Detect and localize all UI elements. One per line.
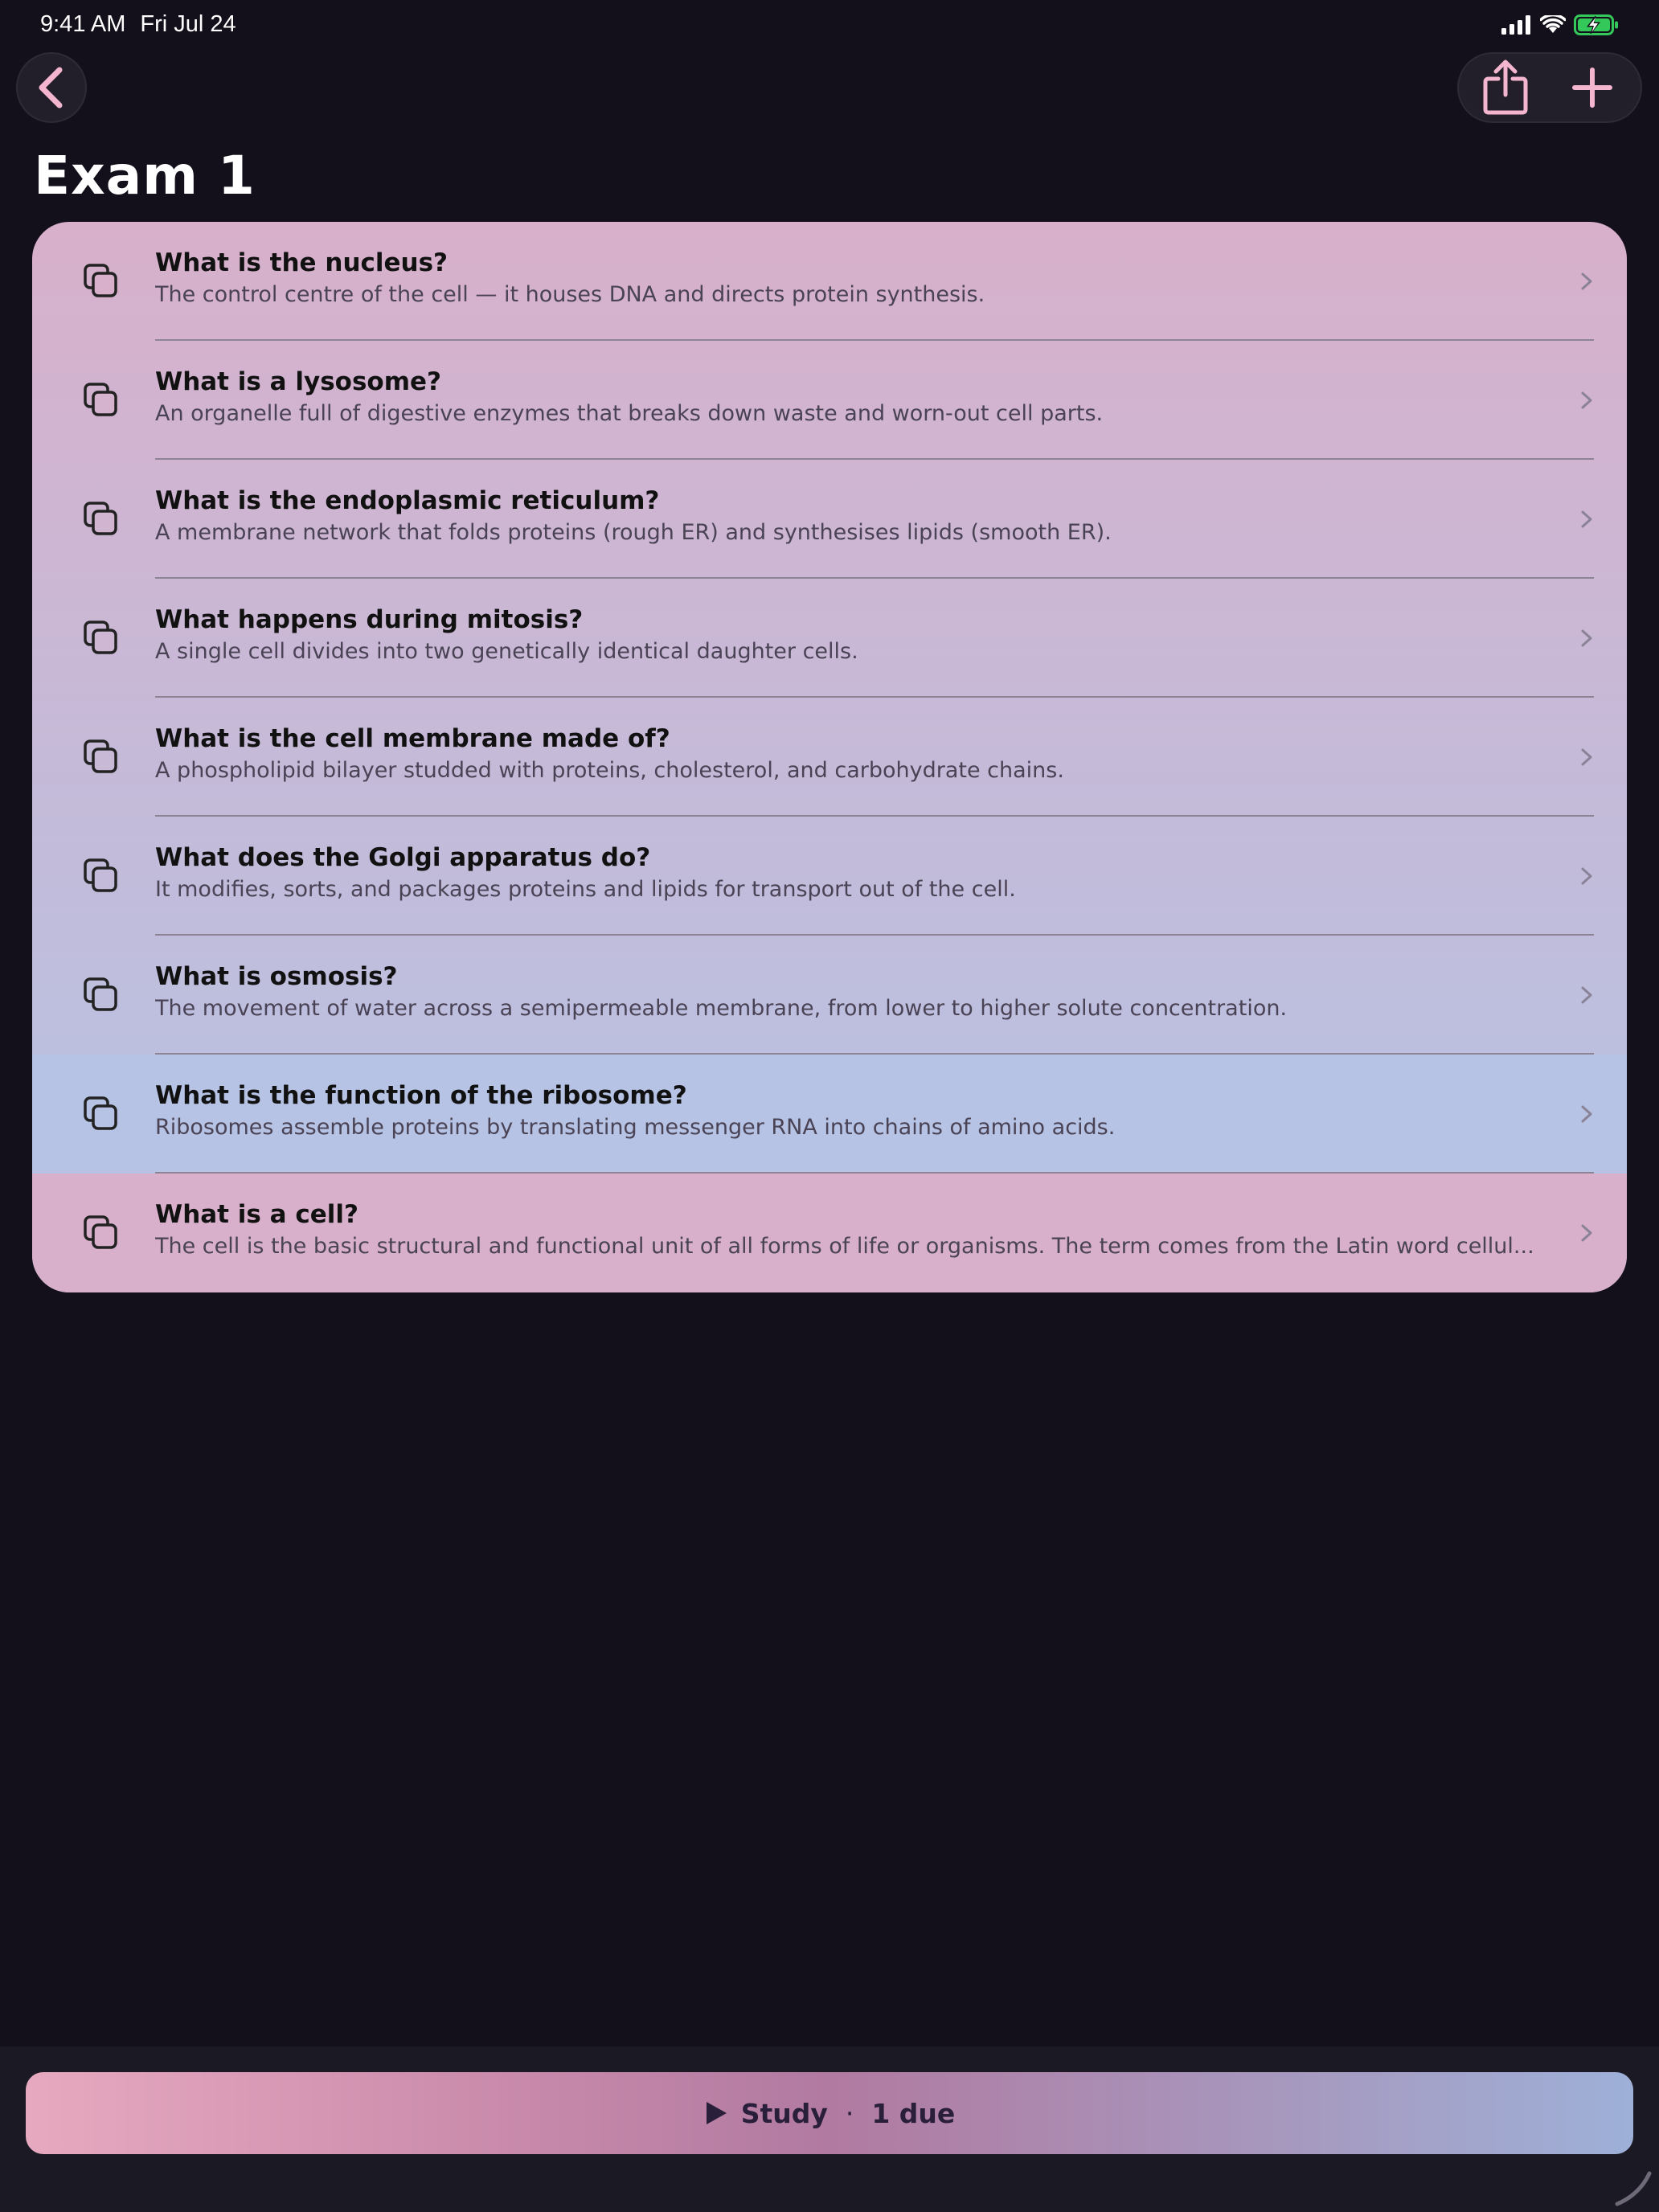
chevron-right-icon [1581, 1105, 1592, 1123]
cards-icon [84, 977, 117, 1011]
chevron-right-icon [1581, 867, 1592, 885]
chevron-left-icon [39, 67, 63, 109]
plus-icon [1572, 68, 1612, 108]
card-row[interactable]: What happens during mitosis? A single ce… [32, 579, 1627, 698]
play-icon [706, 2102, 727, 2124]
card-row[interactable]: What is the cell membrane made of? A pho… [32, 698, 1627, 817]
chevron-right-icon [1581, 986, 1592, 1004]
card-question: What does the Golgi apparatus do? [155, 843, 651, 872]
status-time: 9:41 AM [40, 11, 126, 37]
cards-icon [84, 502, 117, 535]
card-row[interactable]: What is the function of the ribosome? Ri… [32, 1055, 1627, 1174]
bottom-bar: Study · 1 due [0, 2046, 1659, 2212]
battery-charging-icon [1574, 14, 1618, 35]
card-question: What is the cell membrane made of? [155, 724, 670, 753]
card-row[interactable]: What is the endoplasmic reticulum? A mem… [32, 460, 1627, 579]
back-button[interactable] [16, 52, 87, 123]
card-answer: A phospholipid bilayer studded with prot… [155, 758, 1064, 783]
signal-icon [1501, 15, 1530, 35]
chevron-right-icon [1581, 510, 1592, 528]
resize-handle-icon [1615, 2171, 1652, 2206]
card-row[interactable]: What does the Golgi apparatus do? It mod… [32, 817, 1627, 936]
status-date: Fri Jul 24 [140, 11, 236, 37]
status-icons [1501, 14, 1619, 35]
study-label: Study [740, 2097, 828, 2129]
cards-icon [84, 1096, 117, 1130]
card-row[interactable]: What is the nucleus? The control centre … [32, 222, 1627, 341]
card-question: What is osmosis? [155, 962, 398, 991]
card-row[interactable]: What is a lysosome? An organelle full of… [32, 341, 1627, 460]
card-question: What is a cell? [155, 1200, 359, 1229]
chevron-right-icon [1581, 748, 1592, 766]
cards-icon [84, 739, 117, 773]
toolbar-actions [1457, 52, 1642, 123]
card-row[interactable]: What is osmosis? The movement of water a… [32, 936, 1627, 1055]
chevron-right-icon [1581, 272, 1592, 290]
wifi-icon [1540, 15, 1566, 33]
card-row[interactable]: What is a cell? The cell is the basic st… [32, 1174, 1627, 1292]
card-question: What happens during mitosis? [155, 605, 584, 634]
chevron-right-icon [1581, 1224, 1592, 1242]
cards-icon [84, 1215, 117, 1249]
study-separator: · [845, 2097, 854, 2129]
card-question: What is the nucleus? [155, 248, 449, 277]
card-answer: A single cell divides into two genetical… [155, 639, 858, 664]
study-button[interactable]: Study · 1 due [26, 2072, 1633, 2154]
card-question: What is a lysosome? [155, 367, 442, 396]
card-question: What is the function of the ribosome? [155, 1081, 687, 1110]
chevron-right-icon [1581, 391, 1592, 409]
cards-icon [84, 858, 117, 892]
card-answer: An organelle full of digestive enzymes t… [155, 401, 1104, 426]
cards-icon [84, 621, 117, 654]
card-answer: It modifies, sorts, and packages protein… [155, 877, 1016, 902]
share-icon [1483, 59, 1528, 115]
card-answer: The control centre of the cell — it hous… [155, 282, 985, 307]
cards-icon [84, 264, 117, 297]
card-answer: The cell is the basic structural and fun… [155, 1234, 1534, 1259]
page-title: Exam 1 [34, 145, 256, 207]
cards-icon [84, 383, 117, 416]
card-answer: Ribosomes assemble proteins by translati… [155, 1115, 1116, 1140]
card-answer: The movement of water across a semiperme… [155, 996, 1288, 1021]
study-due-count: 1 due [871, 2097, 956, 2129]
share-button[interactable] [1477, 59, 1534, 117]
card-question: What is the endoplasmic reticulum? [155, 486, 660, 515]
card-list: What is the nucleus? The control centre … [32, 222, 1627, 1292]
status-bar: 9:41 AM Fri Jul 24 [0, 0, 1659, 51]
chevron-right-icon [1581, 629, 1592, 647]
card-answer: A membrane network that folds proteins (… [155, 520, 1112, 545]
add-card-button[interactable] [1563, 59, 1621, 117]
